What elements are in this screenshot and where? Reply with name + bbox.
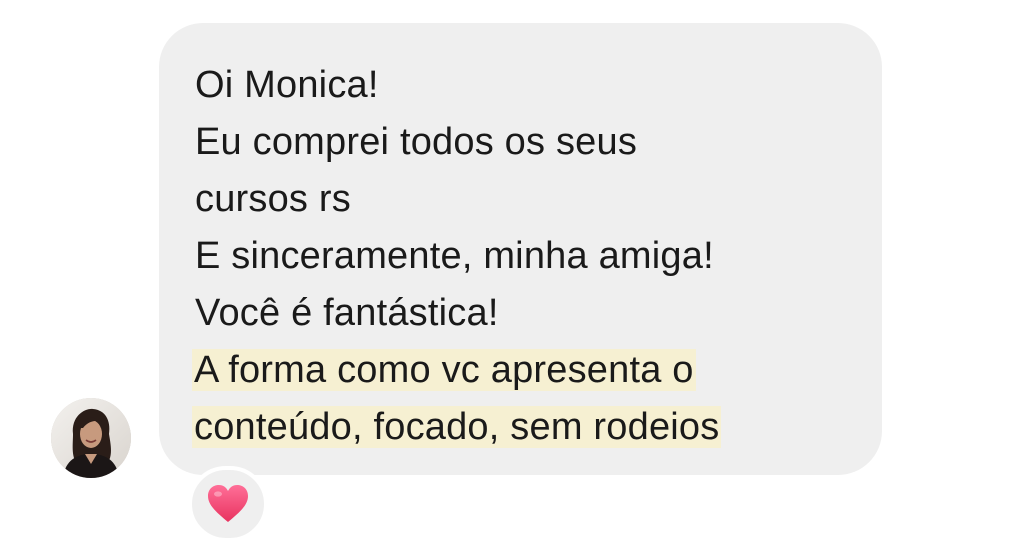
heart-icon [208,485,248,522]
message-line: Oi Monica! [195,64,379,106]
message-line-highlighted: conteúdo, focado, sem rodeios [192,399,852,456]
message-line: cursos rs [195,178,351,220]
highlighted-text: A forma como vc apresenta o [192,349,696,391]
profile-photo-icon [51,398,131,478]
message-bubble[interactable]: Oi Monica! Eu comprei todos os seus curs… [159,23,882,475]
message-line: Você é fantástica! [195,292,499,334]
highlighted-text: conteúdo, focado, sem rodeios [192,406,722,448]
message-line-highlighted: A forma como vc apresenta o [192,342,852,399]
reaction-badge[interactable] [188,466,268,542]
chat-screen: Oi Monica! Eu comprei todos os seus curs… [0,0,1024,557]
message-line: E sinceramente, minha amiga! [195,235,714,277]
message-line: Eu comprei todos os seus [195,121,638,163]
sender-avatar[interactable] [51,398,131,478]
